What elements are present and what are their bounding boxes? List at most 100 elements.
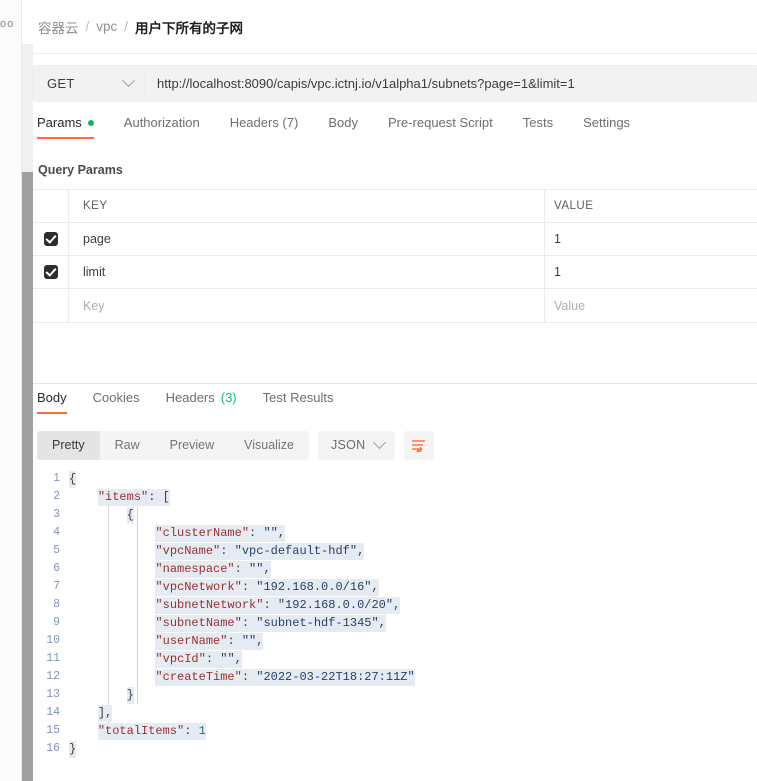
code-selection-highlight: "subnetName": "subnet-hdf-1345", (155, 615, 385, 632)
request-tab-authorization[interactable]: Authorization (124, 115, 200, 139)
param-value-input[interactable]: 1 (545, 256, 757, 288)
code-token-p: : (249, 526, 263, 540)
line-number: 13 (33, 686, 69, 704)
code-line-content[interactable]: "subnetName": "subnet-hdf-1345", (69, 614, 386, 632)
response-tab-label: Cookies (93, 390, 140, 405)
code-line-content[interactable]: "createTime": "2022-03-22T18:27:11Z" (69, 668, 415, 686)
breadcrumb-item-root[interactable]: 容器云 (38, 17, 79, 37)
response-tab-body[interactable]: Body (37, 390, 67, 414)
format-segment-pretty[interactable]: Pretty (37, 431, 100, 460)
code-line-content[interactable]: } (69, 740, 76, 758)
chevron-down-icon (122, 74, 135, 87)
request-tab-headers-7[interactable]: Headers (7) (230, 115, 299, 139)
code-token-n: 1 (199, 724, 206, 738)
code-selection-highlight: "createTime": "2022-03-22T18:27:11Z" (155, 669, 414, 686)
code-token-p: : (242, 580, 256, 594)
response-format-segmented-control: PrettyRaw Preview Visualize (37, 431, 309, 460)
format-segment-preview[interactable]: Preview (155, 431, 229, 460)
code-token-p: : (184, 724, 198, 738)
format-segment-raw[interactable]: Raw (100, 431, 155, 460)
code-indent (69, 706, 98, 720)
code-selection-highlight: "userName": "", (155, 633, 263, 650)
code-selection-highlight: "vpcNetwork": "192.168.0.0/16", (155, 579, 378, 596)
code-line-content[interactable]: "clusterName": "", (69, 524, 285, 542)
code-token-p: , (263, 562, 270, 576)
code-selection-highlight: "vpcId": "", (155, 651, 241, 668)
query-params-title: Query Params (33, 163, 757, 177)
new-param-value-input[interactable]: Value (545, 289, 757, 322)
response-tabs: Body Cookies Headers(3) Test Results (33, 390, 757, 420)
param-key-input[interactable]: limit (69, 256, 545, 288)
code-line: 14 ], (33, 704, 757, 722)
breadcrumb-item-vpc[interactable]: vpc (96, 19, 117, 34)
request-url-input[interactable]: http://localhost:8090/capis/vpc.ictnj.io… (145, 65, 757, 102)
request-tab-settings[interactable]: Settings (583, 115, 630, 139)
response-language-select[interactable]: JSON (318, 431, 395, 460)
line-number: 2 (33, 488, 69, 506)
param-key-input[interactable]: page (69, 223, 545, 255)
request-tab-params[interactable]: Params (37, 115, 94, 139)
new-param-key-placeholder: Key (83, 299, 105, 313)
line-number: 3 (33, 506, 69, 524)
format-segment-label: Preview (170, 438, 214, 452)
code-token-k: "vpcId" (155, 652, 205, 666)
code-line-content[interactable]: "vpcNetwork": "192.168.0.0/16", (69, 578, 379, 596)
empty-row-checkbox-cell[interactable] (33, 289, 69, 322)
code-token-k: "subnetName" (155, 616, 241, 630)
vertical-scrollbar-thumb[interactable] (22, 172, 33, 781)
checkbox-checked-icon[interactable] (44, 232, 58, 246)
response-pane: Body Cookies Headers(3) Test Results Pretty… (33, 384, 757, 758)
code-token-p: , (379, 616, 386, 630)
http-method-select[interactable]: GET (33, 65, 145, 102)
response-body-code[interactable]: 1{2 "items": [3 {4 "clusterName": "",5 "… (33, 470, 757, 758)
code-line-content[interactable]: "userName": "", (69, 632, 263, 650)
code-token-p: : [ (148, 490, 170, 504)
left-edge-strip: oo (0, 0, 22, 781)
code-line-content[interactable]: "totalItems": 1 (69, 722, 206, 740)
code-line-content[interactable]: "vpcName": "vpc-default-hdf", (69, 542, 364, 560)
code-indent (69, 544, 155, 558)
code-line: 13 } (33, 686, 757, 704)
request-tab-body[interactable]: Body (328, 115, 358, 139)
line-number: 14 (33, 704, 69, 722)
param-value-input[interactable]: 1 (545, 223, 757, 255)
response-language-label: JSON (331, 438, 366, 452)
code-token-k: "subnetNetwork" (155, 598, 263, 612)
response-tab-headers[interactable]: Headers(3) (166, 390, 237, 414)
param-value-text: 1 (554, 265, 561, 279)
code-token-p: : (242, 616, 256, 630)
response-tab-label: Body (37, 390, 67, 405)
code-token-k: "namespace" (155, 562, 234, 576)
response-tab-test-results[interactable]: Test Results (263, 390, 334, 414)
code-line-content[interactable]: { (69, 506, 134, 524)
wrap-text-button[interactable] (404, 431, 434, 460)
row-checkbox-cell[interactable] (33, 256, 69, 288)
code-token-p: { (127, 508, 134, 522)
code-line-content[interactable]: ], (69, 704, 112, 722)
code-indent (69, 490, 98, 504)
code-line-content[interactable]: "items": [ (69, 488, 170, 506)
line-number: 10 (33, 632, 69, 650)
line-number: 12 (33, 668, 69, 686)
format-segment-visualize[interactable]: Visualize (229, 431, 309, 460)
code-line-content[interactable]: { (69, 470, 76, 488)
row-checkbox-cell[interactable] (33, 223, 69, 255)
code-line-content[interactable]: "subnetNetwork": "192.168.0.0/20", (69, 596, 400, 614)
code-line-content[interactable]: "vpcId": "", (69, 650, 242, 668)
code-indent (69, 598, 155, 612)
code-line-content[interactable]: } (69, 686, 134, 704)
column-header-value: VALUE (545, 190, 757, 222)
code-line: 7 "vpcNetwork": "192.168.0.0/16", (33, 578, 757, 596)
code-line-content[interactable]: "namespace": "", (69, 560, 271, 578)
request-tab-pre-request-script[interactable]: Pre-request Script (388, 115, 493, 139)
request-tab-label: Settings (583, 115, 630, 130)
code-selection-highlight: { (69, 471, 76, 488)
code-line: 8 "subnetNetwork": "192.168.0.0/20", (33, 596, 757, 614)
code-token-s: "" (242, 634, 256, 648)
line-number: 8 (33, 596, 69, 614)
new-param-key-input[interactable]: Key (69, 289, 545, 322)
checkbox-checked-icon[interactable] (44, 265, 58, 279)
request-tab-tests[interactable]: Tests (523, 115, 553, 139)
response-tab-cookies[interactable]: Cookies (93, 390, 140, 414)
code-token-s: "vpc-default-hdf" (235, 544, 357, 558)
